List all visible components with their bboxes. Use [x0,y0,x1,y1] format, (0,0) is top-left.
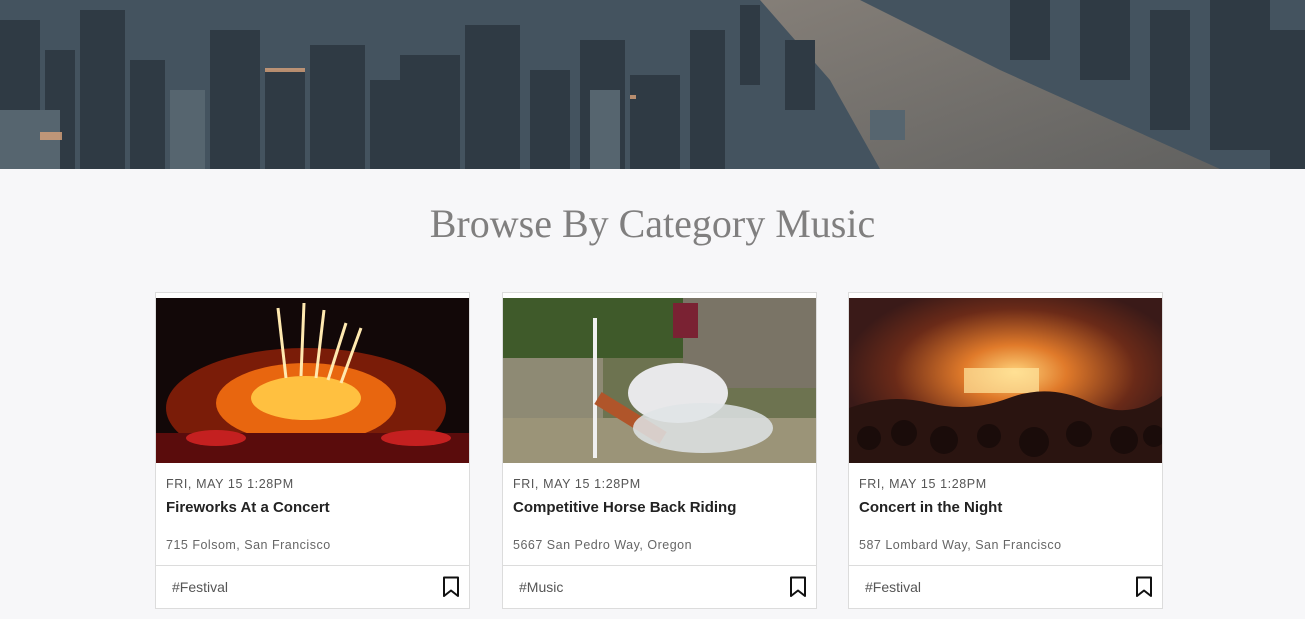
hero-banner [0,0,1305,169]
horse-jump-photo[interactable] [503,298,816,463]
event-card[interactable]: FRI, MAY 15 1:28PM Competitive Horse Bac… [502,292,817,609]
event-title[interactable]: Concert in the Night [859,499,1002,516]
event-address: 587 Lombard Way, San Francisco [859,538,1062,552]
bookmark-icon[interactable] [1135,576,1153,603]
event-card[interactable]: FRI, MAY 15 1:28PM Fireworks At a Concer… [155,292,470,609]
night-concert-photo[interactable] [849,298,1162,463]
event-title[interactable]: Fireworks At a Concert [166,499,330,516]
event-tag[interactable]: #Festival [172,579,228,595]
bookmark-icon[interactable] [789,576,807,603]
card-footer: #Festival [156,565,469,609]
event-address: 5667 San Pedro Way, Oregon [513,538,693,552]
event-title[interactable]: Competitive Horse Back Riding [513,499,736,516]
bookmark-icon[interactable] [442,576,460,603]
page-title: Browse By Category Music [429,201,876,246]
fireworks-concert-photo[interactable] [156,298,469,463]
event-date: FRI, MAY 15 1:28PM [859,477,987,491]
event-date: FRI, MAY 15 1:28PM [166,477,294,491]
event-address: 715 Folsom, San Francisco [166,538,331,552]
event-tag[interactable]: #Festival [865,579,921,595]
event-date: FRI, MAY 15 1:28PM [513,477,641,491]
city-skyline-image [0,0,1305,169]
event-card[interactable]: FRI, MAY 15 1:28PM Concert in the Night … [848,292,1163,609]
event-tag[interactable]: #Music [519,579,563,595]
card-footer: #Music [503,565,816,609]
card-footer: #Festival [849,565,1162,609]
